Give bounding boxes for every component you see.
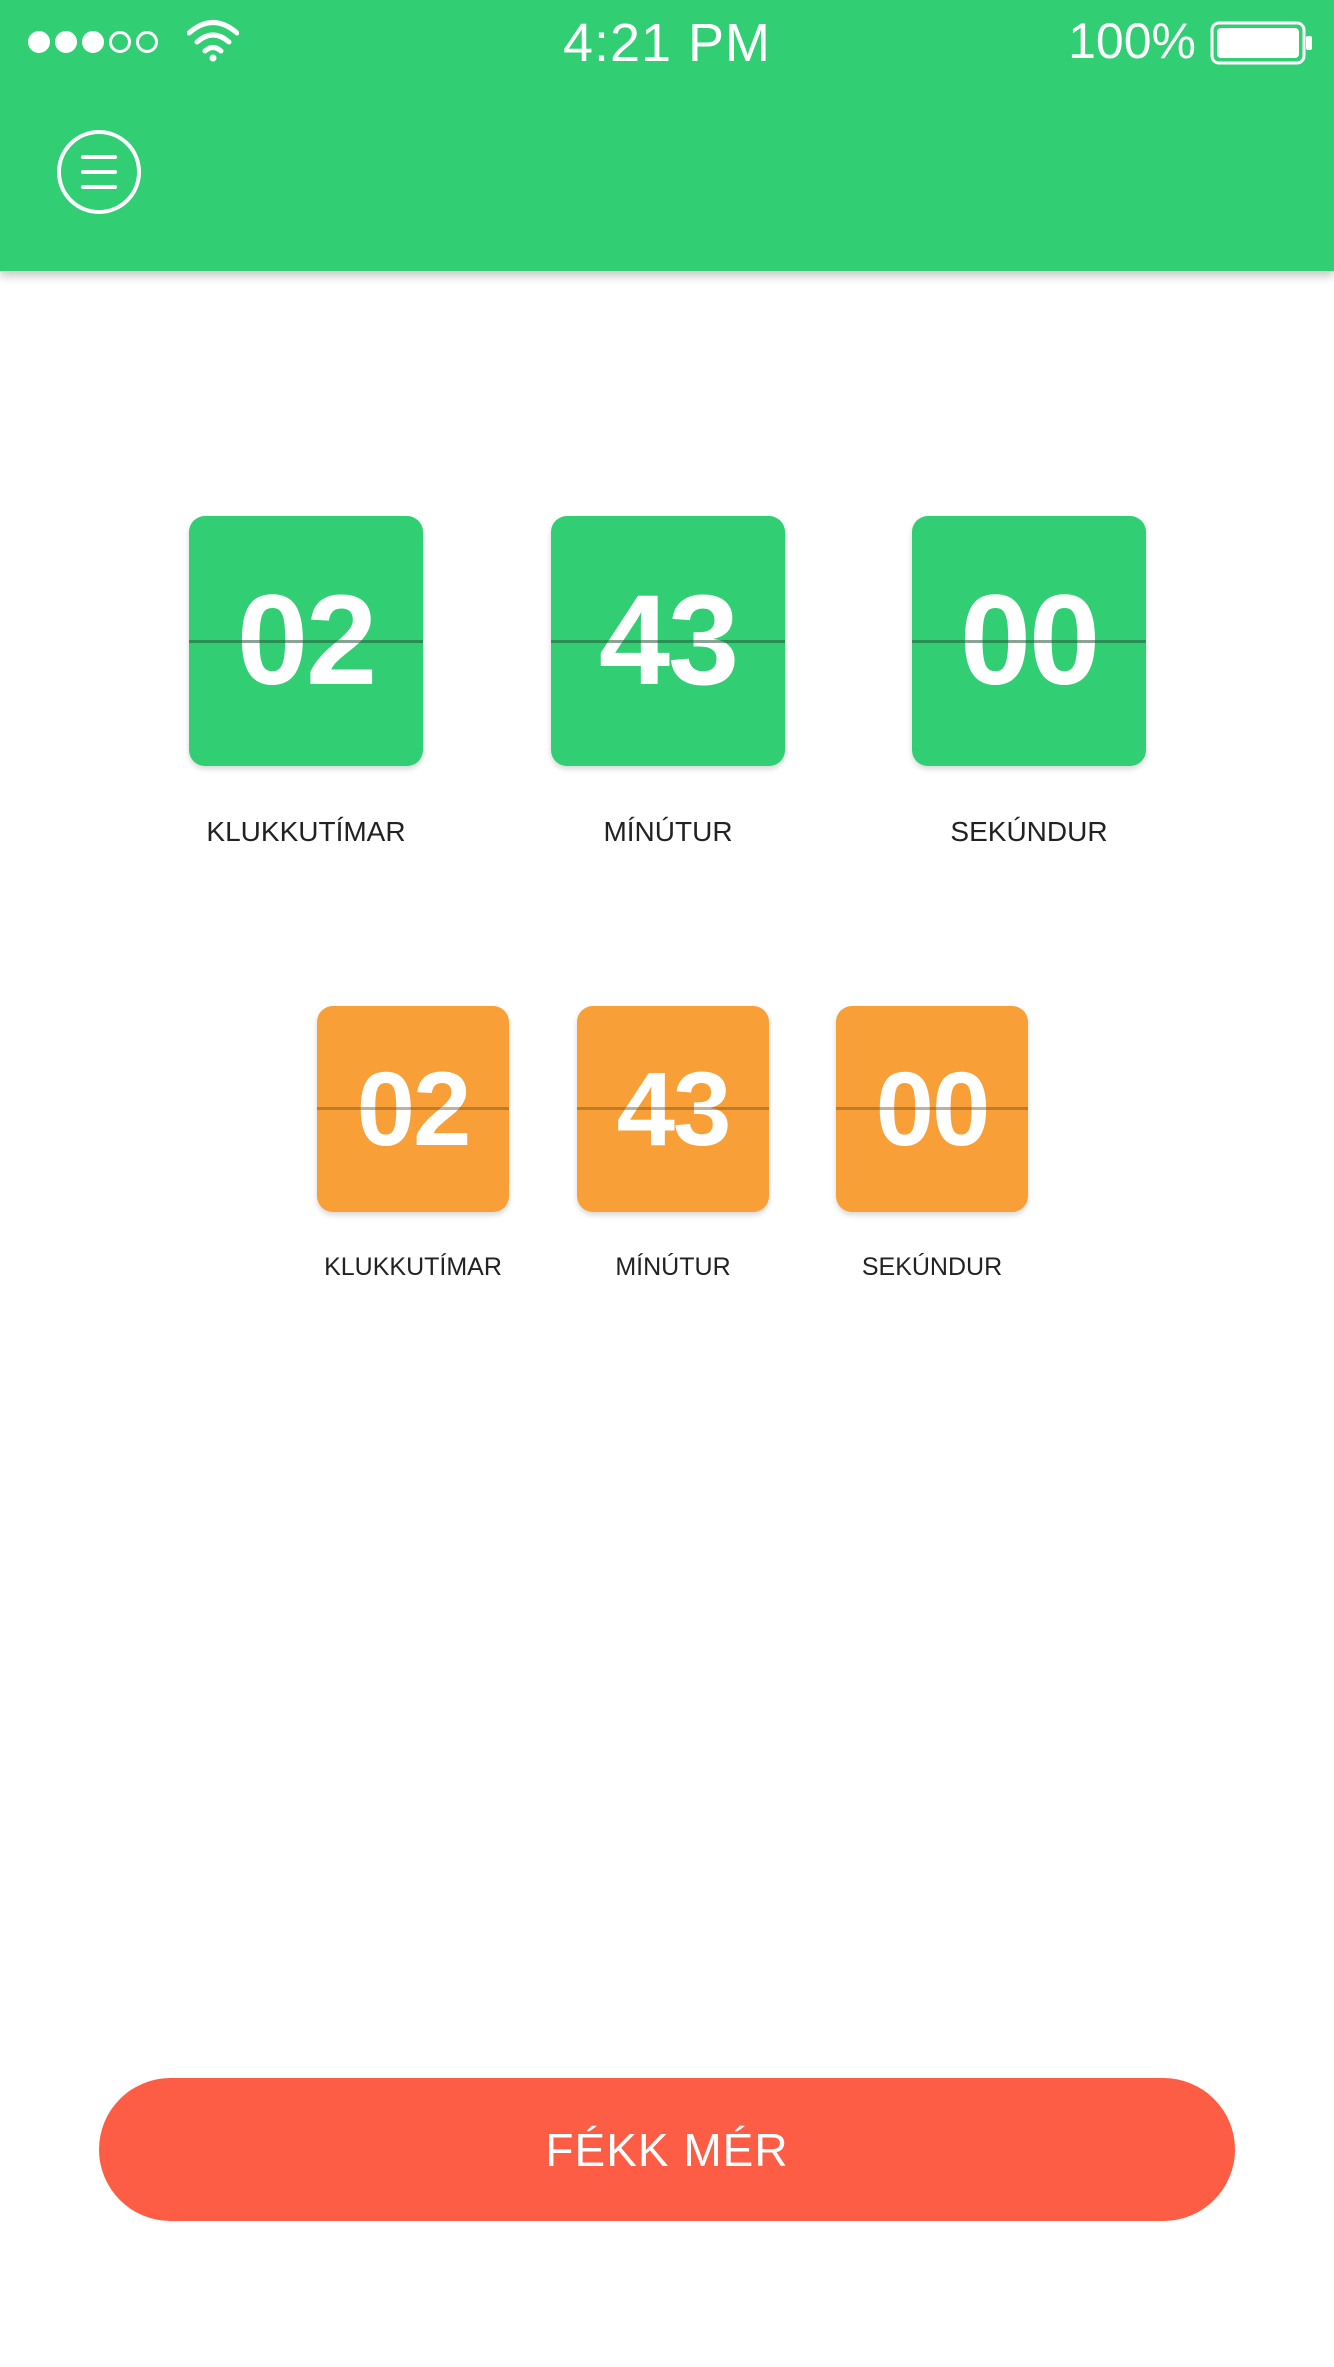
- battery-percentage: 100%: [1068, 13, 1196, 69]
- menu-button[interactable]: [57, 130, 141, 214]
- fekk-mer-button[interactable]: FÉKK MÉR: [99, 2078, 1235, 2221]
- hours-tile: 02: [189, 516, 423, 766]
- flip-divider: [577, 1107, 769, 1110]
- hours-tile: 02: [317, 1006, 509, 1212]
- seconds-tile: 00: [912, 516, 1146, 766]
- status-bar: 4:21 PM 100%: [0, 0, 1334, 84]
- hamburger-menu-icon: [81, 155, 117, 159]
- battery-icon: [1210, 21, 1312, 65]
- minutes-tile: 43: [551, 516, 785, 766]
- hamburger-menu-icon: [81, 170, 117, 174]
- hours-label: KLUKKUTÍMAR: [324, 1253, 502, 1281]
- hamburger-menu-icon: [81, 185, 117, 189]
- seconds-tile: 00: [836, 1006, 1028, 1212]
- flip-divider: [551, 640, 785, 643]
- seconds-label: SEKÚNDUR: [861, 1253, 1003, 1281]
- flip-divider: [836, 1107, 1028, 1110]
- flip-divider: [912, 640, 1146, 643]
- seconds-label: SEKÚNDUR: [950, 816, 1108, 847]
- minutes-label: MÍNÚTUR: [615, 1253, 731, 1281]
- minutes-label: MÍNÚTUR: [603, 816, 733, 847]
- minutes-tile: 43: [577, 1006, 769, 1212]
- flip-divider: [189, 640, 423, 643]
- flip-divider: [317, 1107, 509, 1110]
- app-header: 4:21 PM 100%: [0, 0, 1334, 271]
- hours-label: KLUKKUTÍMAR: [206, 816, 406, 847]
